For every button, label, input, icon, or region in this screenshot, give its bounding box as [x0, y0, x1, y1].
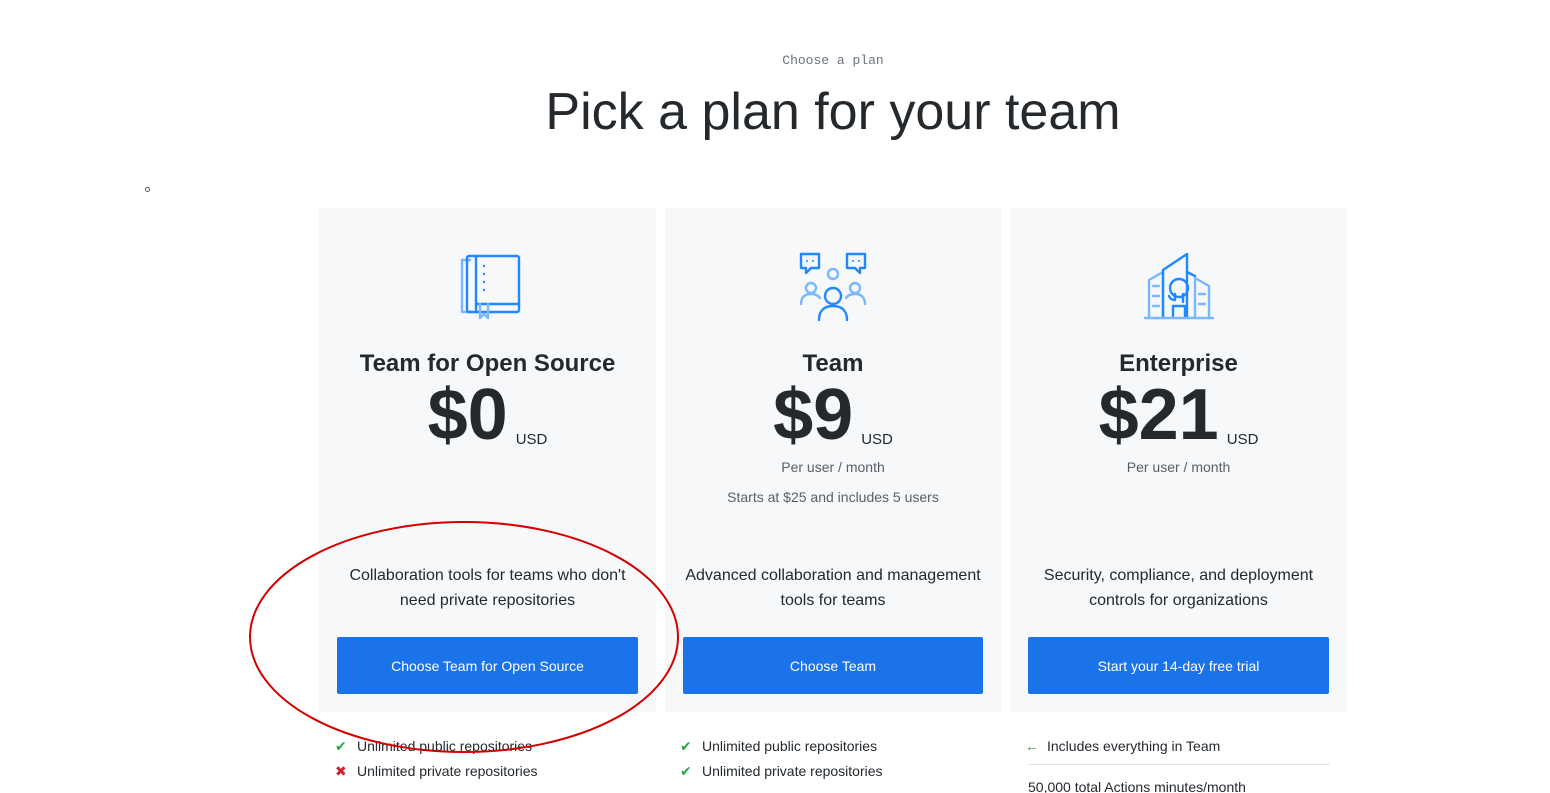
plan-card-enterprise: Enterprise $21 USD Per user / month Secu…	[1010, 208, 1347, 712]
feature-list-open-source: ✔ Unlimited public repositories ✖ Unlimi…	[335, 733, 538, 783]
plan-price: $21	[1098, 375, 1219, 455]
plan-price: $0	[427, 375, 508, 455]
feature-list-enterprise: ← Includes everything in Team	[1025, 733, 1220, 758]
choose-team-open-source-button[interactable]: Choose Team for Open Source	[337, 637, 638, 694]
plan-card-team: Team $9 USD Per user / month Starts at $…	[665, 208, 1001, 712]
check-icon: ✔	[335, 737, 347, 754]
price-row: $0 USD	[319, 378, 656, 452]
plan-card-open-source: Team for Open Source $0 USD Collaboratio…	[319, 208, 656, 712]
plan-currency: USD	[515, 431, 548, 448]
plan-description: Advanced collaboration and management to…	[685, 567, 981, 609]
plan-title: Team for Open Source	[359, 350, 616, 377]
check-icon: ✔	[680, 762, 692, 779]
price-row: $9 USD	[665, 378, 1001, 452]
cross-icon: ✖	[335, 762, 347, 779]
feature-item: ✔ Unlimited public repositories	[335, 733, 538, 758]
plan-title: Enterprise	[1119, 350, 1238, 377]
plan-starting-note: Starts at $25 and includes 5 users	[727, 489, 939, 505]
price-row: $21 USD	[1010, 378, 1347, 452]
feature-item: ✔ Unlimited public repositories	[680, 733, 883, 758]
arrow-left-icon: ←	[1025, 737, 1039, 754]
check-icon: ✔	[680, 737, 692, 754]
feature-divider	[1028, 764, 1330, 765]
feature-text: Unlimited private repositories	[702, 762, 883, 779]
start-free-trial-button[interactable]: Start your 14-day free trial	[1028, 637, 1329, 694]
page-title: Pick a plan for your team	[545, 83, 1121, 141]
feature-item: ✖ Unlimited private repositories	[335, 758, 538, 783]
plan-title: Team	[802, 350, 864, 377]
plan-billing-period: Per user / month	[781, 459, 885, 475]
feature-text: Includes everything in Team	[1047, 737, 1221, 754]
plan-currency: USD	[861, 431, 893, 448]
feature-item: ✔ Unlimited private repositories	[680, 758, 883, 783]
plan-billing-period: Per user / month	[1126, 459, 1231, 475]
choose-team-button[interactable]: Choose Team	[683, 637, 983, 694]
feature-text-cut-off: 50,000 total Actions minutes/month	[1028, 779, 1246, 793]
feature-item: ← Includes everything in Team	[1025, 733, 1220, 758]
plan-description: Security, compliance, and deployment con…	[1043, 567, 1314, 609]
team-people-icon	[665, 250, 1001, 322]
feature-list-team: ✔ Unlimited public repositories ✔ Unlimi…	[680, 733, 883, 783]
feature-text: Unlimited private repositories	[357, 762, 538, 779]
plan-currency: USD	[1226, 431, 1259, 448]
plan-price: $9	[773, 375, 854, 455]
feature-text: Unlimited public repositories	[357, 737, 533, 754]
stray-dot	[145, 187, 150, 192]
plan-description: Collaboration tools for teams who don't …	[349, 567, 626, 609]
eyebrow-label: Choose a plan	[782, 53, 884, 68]
enterprise-building-icon	[1010, 250, 1347, 322]
book-icon	[319, 250, 656, 322]
feature-text: Unlimited public repositories	[702, 737, 878, 754]
